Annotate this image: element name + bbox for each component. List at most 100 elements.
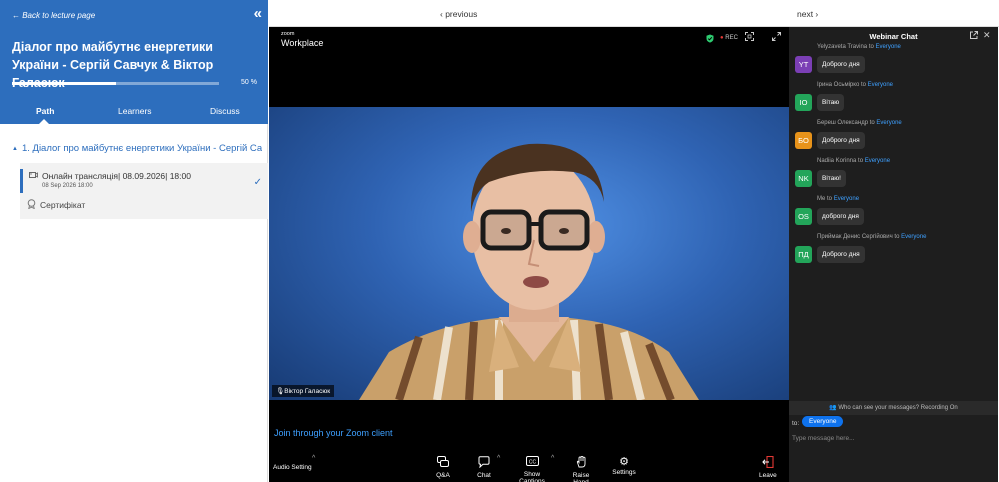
message-sender: Береш Олександр <box>817 120 869 126</box>
previous-link[interactable]: ‹ previous <box>440 9 477 19</box>
chevron-up-icon[interactable]: ^ <box>551 455 554 462</box>
chat-message: Береш Олександр to Everyone БО Доброго д… <box>795 120 995 156</box>
next-link[interactable]: next › <box>797 9 818 19</box>
tab-path[interactable]: Path <box>36 106 54 116</box>
message-header: Yelyzaveta Travina to Everyone <box>817 44 901 50</box>
audio-setting-button[interactable]: Audio Setting <box>273 464 312 471</box>
lesson-list: Онлайн трансляція| 08.09.2026| 18:00 08 … <box>20 163 268 219</box>
layout-icon[interactable] <box>745 32 754 43</box>
caret-up-icon: ▲ <box>12 146 18 152</box>
lesson-label: Онлайн трансляція| 08.09.2026| 18:00 <box>42 171 191 181</box>
captions-icon: CC <box>511 456 553 471</box>
show-captions-button[interactable]: CC Show Captions <box>511 456 553 482</box>
popout-icon[interactable] <box>970 31 978 41</box>
settings-label: Settings <box>612 469 636 476</box>
message-to: to <box>860 82 866 88</box>
avatar: NK <box>795 170 812 187</box>
fullscreen-icon[interactable] <box>772 32 781 43</box>
hand-icon <box>565 455 597 472</box>
lesson-nav-bar: ‹ previous next › <box>269 0 999 27</box>
record-dot-icon: ● <box>720 35 724 41</box>
rec-label: REC <box>725 35 738 41</box>
message-recipient: Everyone <box>875 44 901 50</box>
chevron-up-icon[interactable]: ^ <box>312 455 315 462</box>
users-icon: 👥 <box>829 405 837 411</box>
leave-label: Leave <box>759 472 777 479</box>
tab-learners[interactable]: Learners <box>118 106 152 116</box>
captions-label: Show Captions <box>519 471 545 482</box>
broadcast-icon <box>29 171 38 181</box>
webinar-chat-panel: Webinar Chat ✕ Yelyzaveta Travina to Eve… <box>789 27 998 482</box>
message-bubble: Вітаю <box>817 94 845 111</box>
message-header: Ірина Осьмірко to Everyone <box>817 82 893 88</box>
recipient-select[interactable]: Everyone <box>802 416 844 427</box>
qa-button[interactable]: Q&A <box>436 456 450 479</box>
speaker-name: Віктор Галасюк <box>284 388 331 395</box>
message-bubble: Доброго дня <box>817 132 865 149</box>
zoom-workplace-logo: zoom Workplace <box>281 30 323 48</box>
course-header: ← Back to lecture page « Діалог про майб… <box>0 0 268 124</box>
message-recipient: Everyone <box>833 196 860 202</box>
message-recipient: Everyone <box>901 234 927 240</box>
message-sender: Приймак Денис Сергійович <box>817 234 893 240</box>
chat-label: Chat <box>477 472 491 479</box>
chat-button[interactable]: Chat <box>477 456 491 479</box>
svg-text:CC: CC <box>528 459 536 465</box>
message-sender: Me <box>817 196 826 202</box>
message-sender: Nadiia Korinna <box>817 158 857 164</box>
chat-message: Ірина Осьмірко to Everyone ІО Вітаю <box>795 82 995 118</box>
message-header: Береш Олександр to Everyone <box>817 120 902 126</box>
lesson-item-broadcast[interactable]: Онлайн трансляція| 08.09.2026| 18:00 08 … <box>20 169 268 193</box>
avatar: YT <box>795 56 812 73</box>
message-header: Приймак Денис Сергійович to Everyone <box>817 234 926 240</box>
speaker-video: 🎙Віктор Галасюк <box>269 107 789 400</box>
tab-discuss[interactable]: Discuss <box>210 106 240 116</box>
message-bubble: доброго дня <box>817 208 864 225</box>
speaker-figure <box>359 143 699 400</box>
message-to: to <box>869 120 875 126</box>
message-bubble: Доброго дня <box>817 246 865 263</box>
collapse-sidebar-icon[interactable]: « <box>254 5 262 22</box>
certificate-item[interactable]: Сертифікат <box>40 200 85 210</box>
gear-icon: ⚙ <box>619 456 629 468</box>
leave-button[interactable]: Leave <box>759 455 777 479</box>
message-recipient: Everyone <box>864 158 891 164</box>
certificate-icon <box>27 199 36 211</box>
message-input[interactable] <box>792 431 992 445</box>
section-header[interactable]: ▲ 1. Діалог про майбутнє енергетики Украї… <box>12 143 262 154</box>
avatar: БО <box>795 132 812 149</box>
close-icon[interactable]: ✕ <box>983 30 991 41</box>
avatar: ПД <box>795 246 812 263</box>
join-zoom-client-link[interactable]: Join through your Zoom client <box>274 428 393 438</box>
chat-message: Nadiia Korinna to Everyone NK Вітаю! <box>795 158 995 194</box>
message-bubble: Вітаю! <box>817 170 846 187</box>
message-to: to <box>827 196 833 202</box>
recording-badge: ● REC <box>720 35 738 41</box>
chevron-up-icon[interactable]: ^ <box>497 455 500 462</box>
zoom-logo-big: Workplace <box>281 38 324 48</box>
zoom-meeting-view: zoom Workplace ● REC 🎙Віктор Галасюк Joi… <box>269 27 789 482</box>
message-recipient: Everyone <box>867 82 894 88</box>
shield-icon <box>706 34 714 45</box>
active-tab-indicator <box>39 119 49 124</box>
progress-percent: 50 % <box>241 79 257 86</box>
speaker-name-tag: 🎙Віктор Галасюк <box>272 385 335 397</box>
avatar: ІО <box>795 94 812 111</box>
progress-bar-fill <box>12 82 116 85</box>
settings-button[interactable]: ⚙ Settings <box>612 456 636 476</box>
meeting-toolbar: Audio Setting ^ Q&A Chat ^ CC Show Capti… <box>269 453 789 482</box>
leave-icon <box>759 455 776 472</box>
course-sidebar: ← Back to lecture page « Діалог про майб… <box>0 0 268 482</box>
message-to: to <box>868 44 874 50</box>
chat-message: Приймак Денис Сергійович to Everyone ПД … <box>795 234 995 270</box>
chat-privacy-notice[interactable]: 👥 Who can see your messages? Recording O… <box>789 401 998 415</box>
chat-icon <box>477 456 491 472</box>
back-to-lecture-link[interactable]: ← Back to lecture page <box>12 11 95 20</box>
section-title: 1. Діалог про майбутнє енергетики Україн… <box>21 143 262 154</box>
message-sender: Ірина Осьмірко <box>817 82 860 88</box>
raise-hand-button[interactable]: Raise Hand <box>565 455 597 482</box>
qa-label: Q&A <box>436 472 450 479</box>
chat-message: Me to Everyone OS доброго дня <box>795 196 995 232</box>
completed-check-icon: ✓ <box>253 177 262 188</box>
message-to: to <box>858 158 864 164</box>
